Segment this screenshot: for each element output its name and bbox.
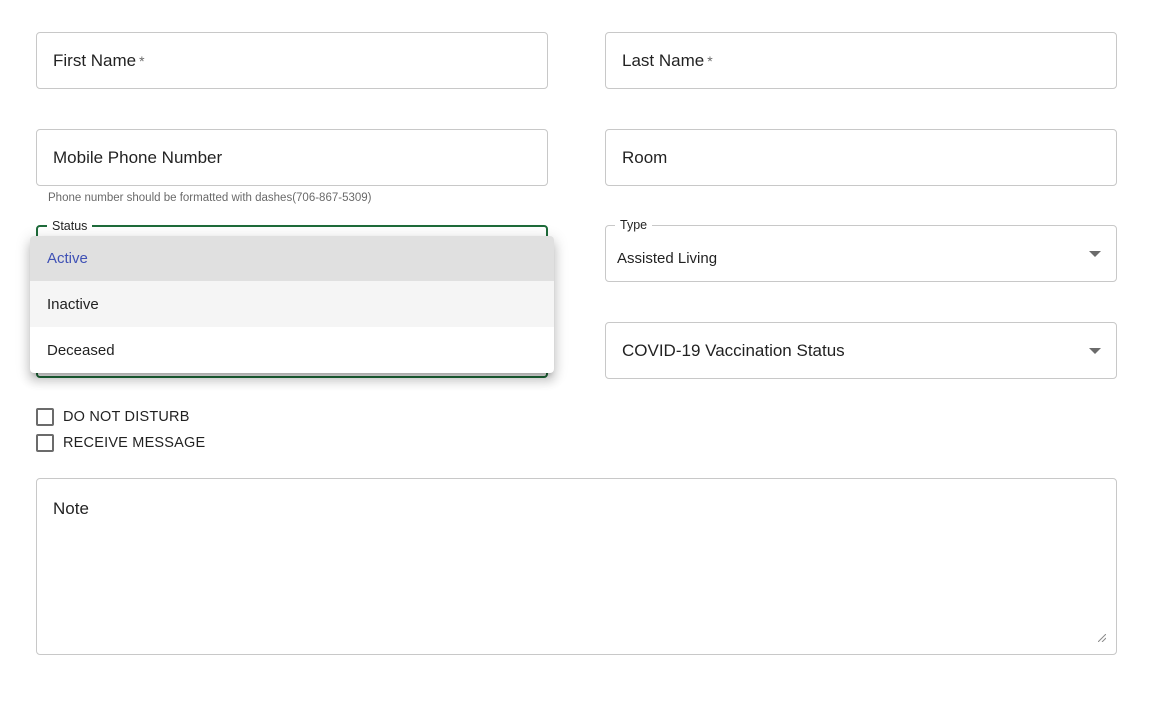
receive-message-label: RECEIVE MESSAGE <box>63 435 206 451</box>
phone-helper-text: Phone number should be formatted with da… <box>48 192 372 204</box>
checkbox-unchecked-icon[interactable] <box>36 408 54 426</box>
status-option-label: Deceased <box>47 341 115 359</box>
do-not-disturb-checkbox[interactable]: DO NOT DISTURB <box>36 408 190 426</box>
status-label: Status <box>47 218 93 234</box>
covid-vaccination-label: COVID-19 Vaccination Status <box>622 340 845 360</box>
last-name-field[interactable]: Last Name * <box>605 32 1117 89</box>
note-textarea[interactable]: Note <box>36 478 1117 655</box>
mobile-phone-field[interactable]: Mobile Phone Number <box>36 129 548 186</box>
status-option-active[interactable]: Active <box>30 236 554 281</box>
resize-handle-icon[interactable] <box>1098 634 1106 642</box>
type-select[interactable]: Type Assisted Living <box>605 217 1117 282</box>
covid-vaccination-select[interactable]: COVID-19 Vaccination Status <box>605 322 1117 379</box>
status-option-deceased[interactable]: Deceased <box>30 327 554 373</box>
receive-message-checkbox[interactable]: RECEIVE MESSAGE <box>36 434 205 452</box>
first-name-field[interactable]: First Name * <box>36 32 548 89</box>
status-option-inactive[interactable]: Inactive <box>30 281 554 327</box>
checkbox-unchecked-icon[interactable] <box>36 434 54 452</box>
mobile-phone-label: Mobile Phone Number <box>53 147 223 167</box>
do-not-disturb-label: DO NOT DISTURB <box>63 409 190 425</box>
arrow-drop-down-icon <box>1089 251 1101 257</box>
type-label: Type <box>615 217 653 233</box>
first-name-label: First Name * <box>53 50 145 70</box>
room-field[interactable]: Room <box>605 129 1117 186</box>
status-option-label: Inactive <box>47 295 99 313</box>
note-label: Note <box>53 499 89 518</box>
status-dropdown-menu: Active Inactive Deceased <box>30 236 554 373</box>
type-value: Assisted Living <box>617 250 718 267</box>
arrow-drop-down-icon <box>1089 348 1101 354</box>
room-label: Room <box>622 147 668 167</box>
last-name-label: Last Name * <box>622 50 713 70</box>
required-mark: * <box>707 52 713 69</box>
required-mark: * <box>139 52 145 69</box>
status-option-label: Active <box>47 250 88 267</box>
